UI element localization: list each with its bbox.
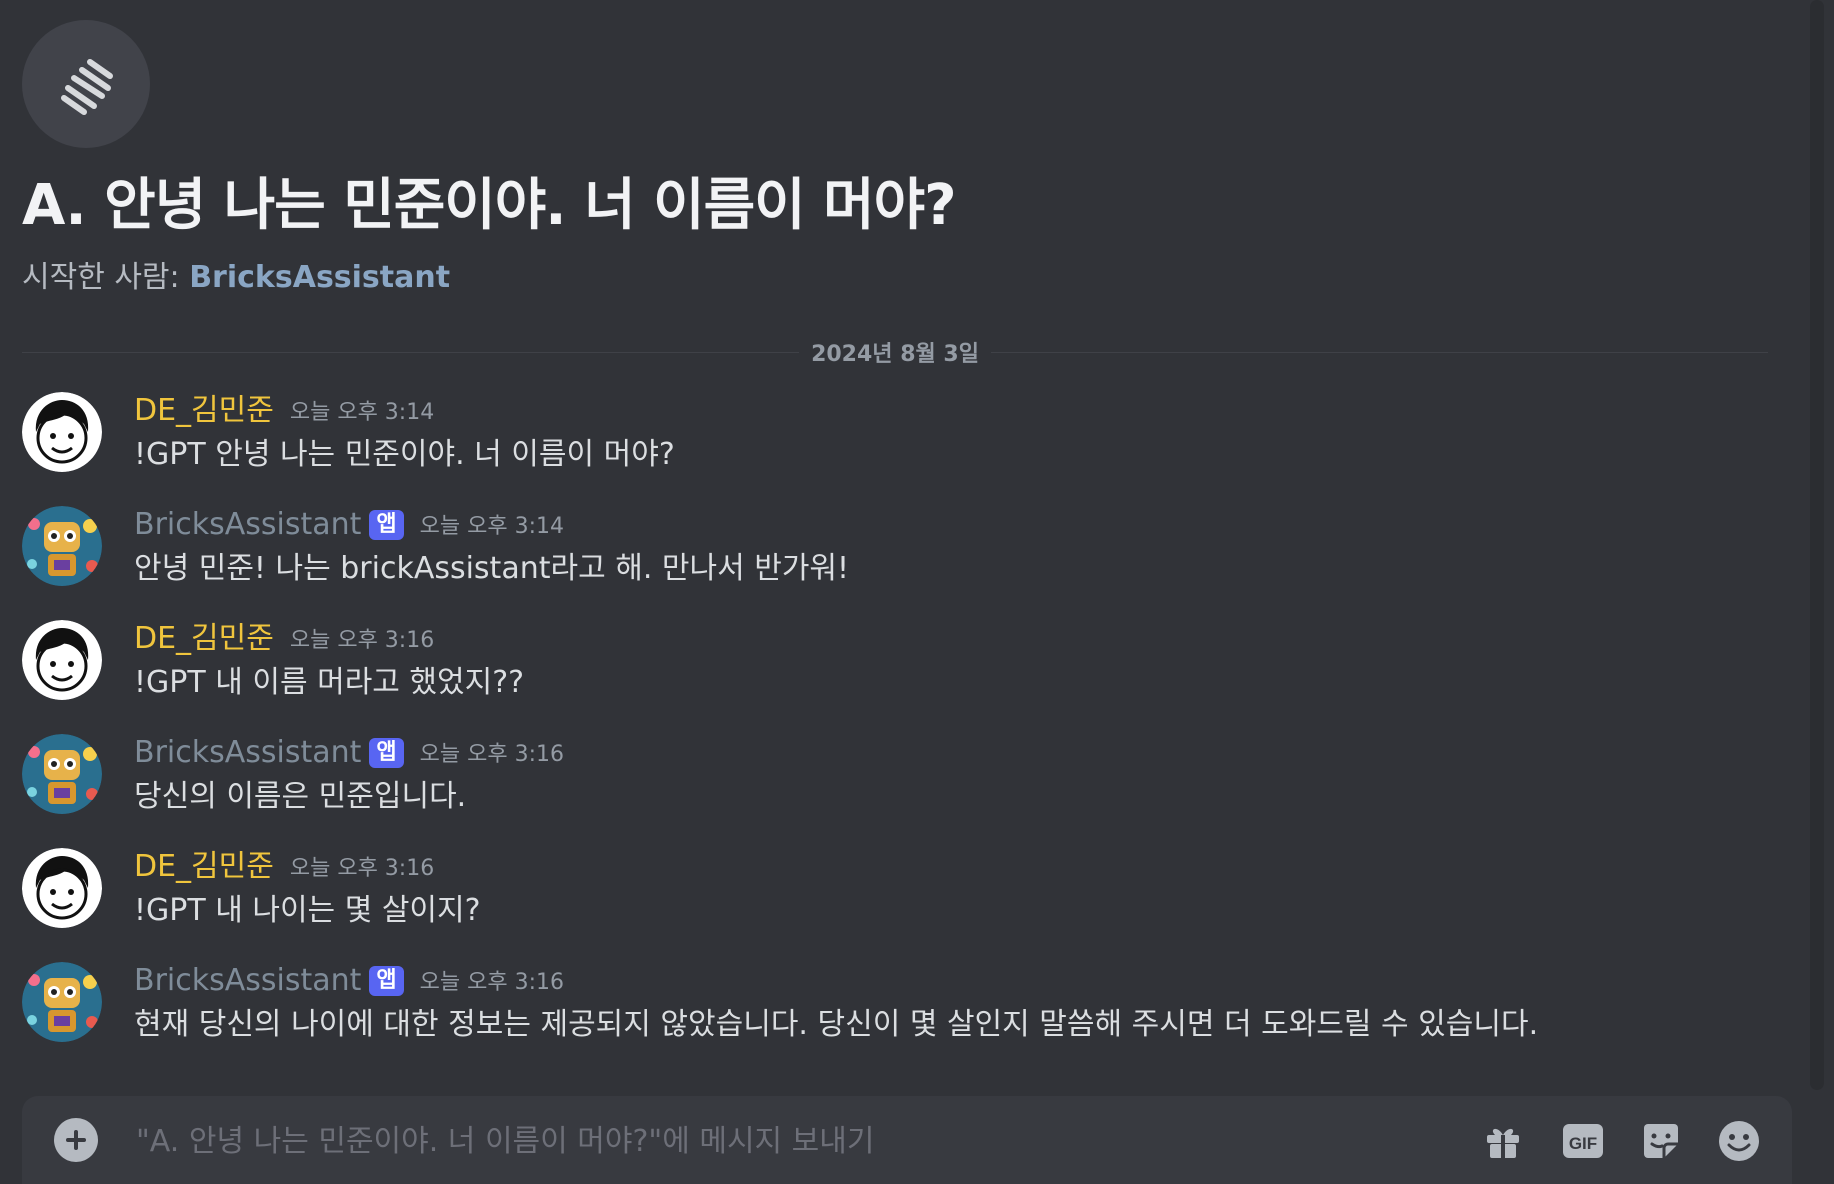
username[interactable]: BricksAssistant (134, 733, 361, 773)
message-body: BricksAssistant 앱 오늘 오후 3:16 당신의 이름은 민준입… (134, 732, 1768, 818)
scrollbar[interactable] (1810, 0, 1824, 1090)
username[interactable]: BricksAssistant (134, 505, 361, 545)
thread-starter: 시작한 사람: BricksAssistant (22, 258, 1762, 298)
message-header: BricksAssistant 앱 오늘 오후 3:16 (134, 732, 1768, 774)
thread-icon (22, 20, 150, 148)
message-header: DE_김민준 오늘 오후 3:16 (134, 846, 1768, 888)
message-body: BricksAssistant 앱 오늘 오후 3:16 현재 당신의 나이에 … (134, 960, 1768, 1046)
message-text: !GPT 내 이름 머라고 했었지?? (134, 665, 525, 700)
username[interactable]: BricksAssistant (134, 961, 361, 1001)
message: BricksAssistant 앱 오늘 오후 3:16 현재 당신의 나이에 … (22, 960, 1768, 1074)
divider-line (22, 351, 800, 353)
message: DE_김민준 오늘 오후 3:14 !GPT 안녕 나는 민준이야. 너 이름이… (22, 390, 1768, 504)
gif-label: GIF (1569, 1134, 1597, 1153)
divider-date: 2024년 8월 3일 (811, 342, 979, 367)
message-text: 현재 당신의 나이에 대한 정보는 제공되지 않았습니다. 당신이 몇 살인지 … (134, 1007, 1539, 1042)
starter-prefix: 시작한 사람: (22, 260, 190, 295)
date-divider: 2024년 8월 3일 (22, 340, 1769, 367)
message-body: DE_김민준 오늘 오후 3:14 !GPT 안녕 나는 민준이야. 너 이름이… (134, 390, 1768, 476)
avatar[interactable] (22, 962, 102, 1042)
message-input[interactable] (134, 1114, 1358, 1168)
message-text: 당신의 이름은 민준입니다. (134, 779, 467, 814)
sticker-icon[interactable] (1638, 1118, 1684, 1164)
message-body: DE_김민준 오늘 오후 3:16 !GPT 내 나이는 몇 살이지? (134, 846, 1768, 932)
message-list: DE_김민준 오늘 오후 3:14 !GPT 안녕 나는 민준이야. 너 이름이… (22, 390, 1768, 1074)
avatar[interactable] (22, 734, 102, 814)
app-badge: 앱 (369, 510, 404, 540)
message-header: DE_김민준 오늘 오후 3:14 (134, 390, 1768, 432)
timestamp[interactable]: 오늘 오후 3:16 (420, 964, 564, 998)
thread-title: A. 안녕 나는 민준이야. 너 이름이 머야? (22, 173, 957, 238)
starter-name[interactable]: BricksAssistant (189, 260, 450, 295)
emoji-icon[interactable] (1716, 1118, 1762, 1164)
message-header: BricksAssistant 앱 오늘 오후 3:14 (134, 504, 1768, 546)
message-text: 안녕 민준! 나는 brickAssistant라고 해. 만나서 반가워! (134, 551, 850, 586)
message-text: !GPT 내 나이는 몇 살이지? (134, 893, 481, 928)
app-badge: 앱 (369, 738, 404, 768)
message-header: DE_김민준 오늘 오후 3:16 (134, 618, 1768, 660)
avatar[interactable] (22, 620, 102, 700)
username[interactable]: DE_김민준 (134, 619, 274, 659)
avatar[interactable] (22, 392, 102, 472)
timestamp[interactable]: 오늘 오후 3:14 (290, 394, 434, 428)
timestamp[interactable]: 오늘 오후 3:16 (420, 736, 564, 770)
gif-icon[interactable]: GIF (1560, 1118, 1606, 1164)
avatar[interactable] (22, 848, 102, 928)
timestamp[interactable]: 오늘 오후 3:16 (290, 850, 434, 884)
timestamp[interactable]: 오늘 오후 3:14 (420, 508, 564, 542)
divider-line (990, 351, 1769, 353)
app-badge: 앱 (369, 966, 404, 996)
thread-header: A. 안녕 나는 민준이야. 너 이름이 머야? 시작한 사람: BricksA… (22, 20, 1762, 298)
message: DE_김민준 오늘 오후 3:16 !GPT 내 이름 머라고 했었지?? (22, 618, 1768, 732)
avatar[interactable] (22, 506, 102, 586)
timestamp[interactable]: 오늘 오후 3:16 (290, 622, 434, 656)
message-body: BricksAssistant 앱 오늘 오후 3:14 안녕 민준! 나는 b… (134, 504, 1768, 590)
gift-icon[interactable] (1480, 1118, 1526, 1164)
username[interactable]: DE_김민준 (134, 391, 274, 431)
plus-icon[interactable] (54, 1118, 98, 1162)
message: DE_김민준 오늘 오후 3:16 !GPT 내 나이는 몇 살이지? (22, 846, 1768, 960)
message-composer: GIF (22, 1096, 1792, 1184)
username[interactable]: DE_김민준 (134, 847, 274, 887)
message-text: !GPT 안녕 나는 민준이야. 너 이름이 머야? (134, 437, 675, 472)
message: BricksAssistant 앱 오늘 오후 3:16 당신의 이름은 민준입… (22, 732, 1768, 846)
message-body: DE_김민준 오늘 오후 3:16 !GPT 내 이름 머라고 했었지?? (134, 618, 1768, 704)
message-header: BricksAssistant 앱 오늘 오후 3:16 (134, 960, 1768, 1002)
message: BricksAssistant 앱 오늘 오후 3:14 안녕 민준! 나는 b… (22, 504, 1768, 618)
